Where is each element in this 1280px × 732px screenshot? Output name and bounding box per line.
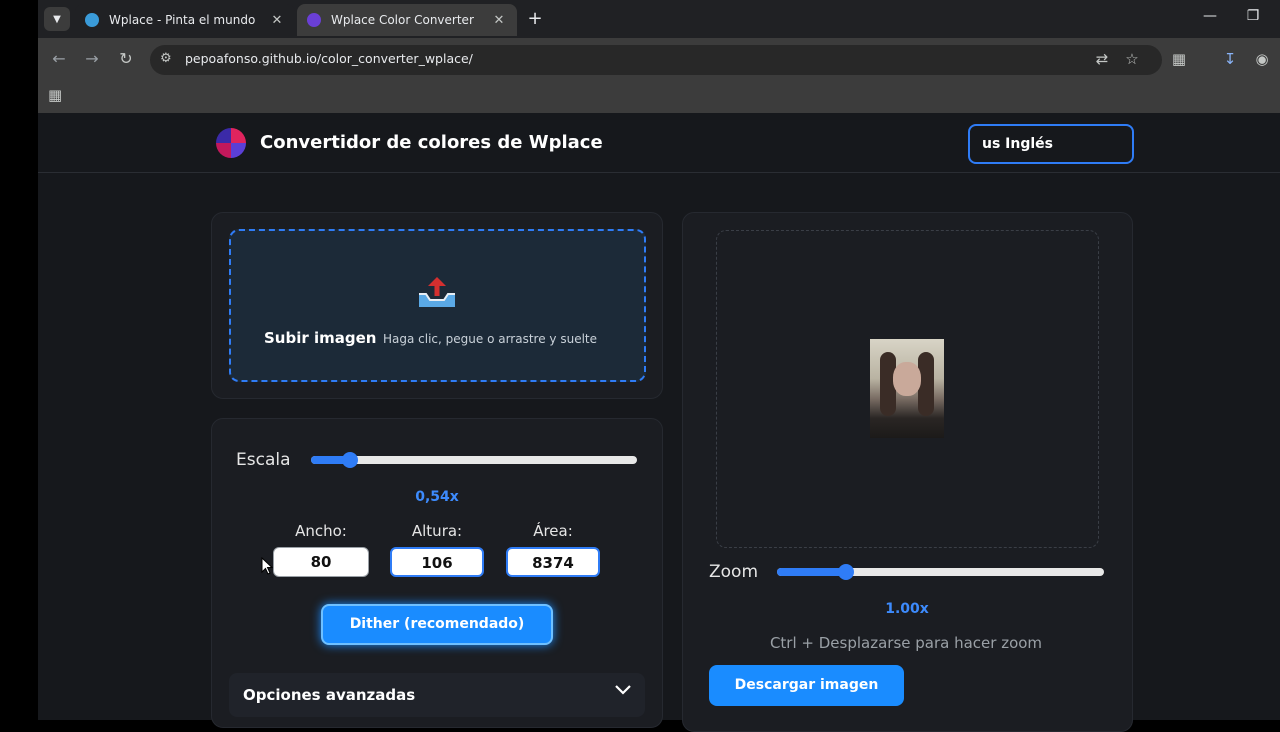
upload-hint: Haga clic, pegue o arrastre y suelte [383,332,597,346]
height-label: Altura: [411,522,463,540]
site-info-icon[interactable]: ⚙ [160,51,172,66]
left-black-strip [0,0,38,720]
area-input[interactable]: 8374 [506,547,600,577]
forward-icon[interactable]: → [81,49,103,68]
profile-avatar-icon[interactable]: ◉ [1252,50,1272,68]
close-icon[interactable]: ✕ [491,13,507,28]
apps-grid-icon[interactable]: ▦ [48,86,62,104]
preview-image-detail [893,362,921,396]
chevron-down-icon[interactable] [614,684,632,696]
new-tab-icon[interactable]: + [525,8,545,29]
tab-title: Wplace - Pinta el mundo [109,13,256,27]
scale-label: Escala [236,450,291,470]
scale-slider-track[interactable] [311,456,637,464]
tab-wplace[interactable]: Wplace - Pinta el mundo ✕ [75,4,295,36]
back-icon[interactable]: ← [48,49,70,68]
url-text: pepoafonso.github.io/color_converter_wpl… [185,51,473,66]
zoom-hint: Ctrl + Desplazarse para hacer zoom [769,634,1043,652]
tab-title: Wplace Color Converter [331,13,474,27]
translate-icon[interactable]: ⇄ [1092,50,1112,68]
bookmark-star-icon[interactable]: ☆ [1122,50,1142,68]
restore-icon[interactable]: ❐ [1241,8,1265,24]
close-icon[interactable]: ✕ [269,13,285,28]
upload-icon [419,277,455,307]
zoom-slider-thumb[interactable] [838,564,854,580]
language-select[interactable]: us Inglés [968,124,1134,164]
width-input[interactable]: 80 [273,547,369,577]
download-icon[interactable]: ↧ [1220,50,1240,68]
advanced-options-label: Opciones avanzadas [243,686,416,704]
extensions-icon[interactable]: ▦ [1169,50,1189,68]
download-image-button[interactable]: Descargar imagen [709,665,904,706]
scale-slider-thumb[interactable] [342,452,358,468]
upload-title: Subir imagen [264,329,377,347]
zoom-slider-fill [777,568,846,576]
chevron-down-icon: ▼ [53,13,61,25]
tab-search-button[interactable]: ▼ [44,7,70,31]
mouse-cursor-icon [261,557,273,575]
bookmarks-bar [38,80,1280,113]
width-label: Ancho: [295,522,347,540]
globe-icon [85,13,99,27]
zoom-value: 1.00x [885,601,929,617]
height-input[interactable]: 106 [390,547,484,577]
page-title: Convertidor de colores de Wplace [260,132,603,153]
tab-color-converter[interactable]: Wplace Color Converter ✕ [297,4,517,36]
reload-icon[interactable]: ↻ [115,49,137,68]
minimize-icon[interactable]: — [1198,8,1222,24]
zoom-label: Zoom [709,562,759,582]
site-favicon-icon [307,13,321,27]
scale-value: 0,54x [415,489,459,505]
dither-button[interactable]: Dither (recomendado) [321,604,553,645]
area-label: Área: [533,522,573,540]
wplace-logo-icon [216,128,246,158]
